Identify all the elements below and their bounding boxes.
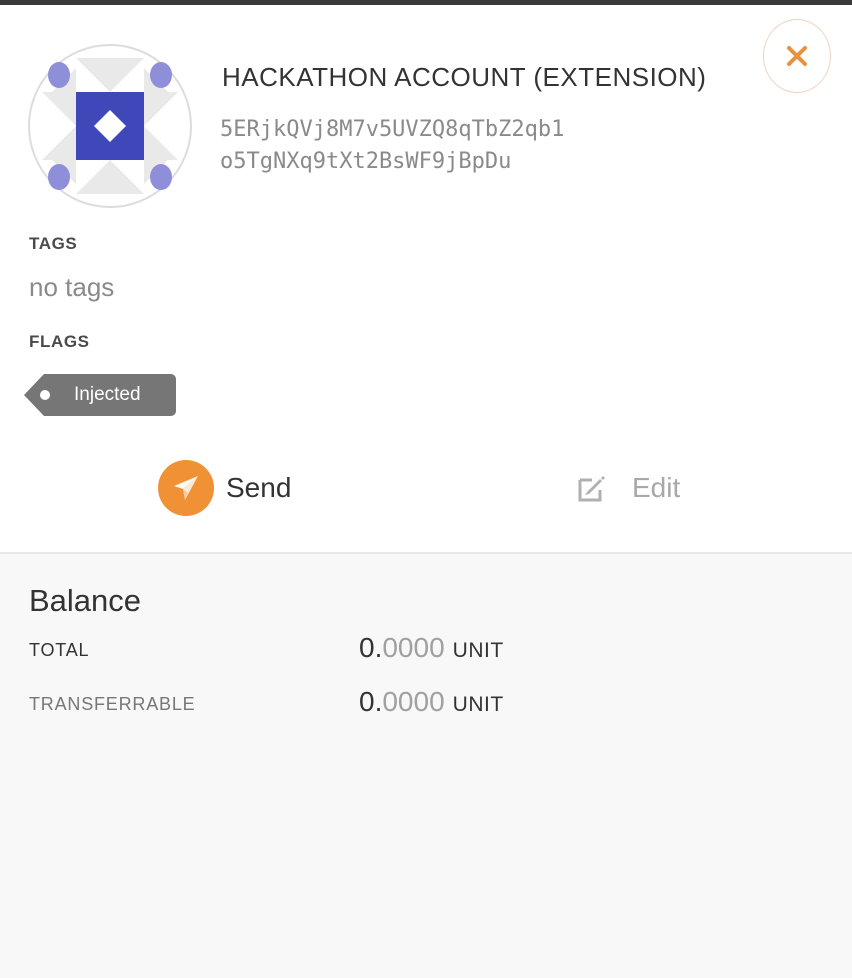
account-identicon[interactable] — [28, 44, 192, 208]
balance-row-total: TOTAL 0.0000 UNIT — [0, 632, 852, 666]
balance-total-decimals: 0000 — [382, 632, 445, 663]
address-line-1: 5ERjkQVj8M7v5UVZQ8qTbZ2qb1 — [220, 117, 565, 142]
tags-empty-text: no tags — [29, 272, 115, 302]
tag-hole-icon — [40, 390, 50, 400]
balance-total-value: 0.0000 UNIT — [359, 632, 504, 664]
send-label: Send — [226, 472, 292, 503]
flag-tag-label: Injected — [74, 384, 141, 405]
balance-total-integer: 0. — [359, 632, 383, 663]
balance-transferrable-value: 0.0000 UNIT — [359, 686, 504, 718]
balance-transferrable-integer: 0. — [359, 686, 383, 717]
close-button[interactable] — [763, 19, 831, 93]
balance-total-unit: UNIT — [452, 639, 504, 662]
edit-button[interactable]: Edit — [576, 460, 680, 516]
tags-label: TAGS — [29, 234, 78, 253]
account-name: HACKATHON ACCOUNT (EXTENSION) — [222, 62, 707, 92]
close-icon — [787, 46, 807, 66]
address-line-2: o5TgNXq9tXt2BsWF9jBpDu — [220, 149, 512, 174]
balance-title: Balance — [29, 583, 142, 618]
flags-label: FLAGS — [29, 332, 90, 351]
send-icon — [174, 476, 198, 500]
window-top-border — [0, 0, 852, 5]
send-icon-circle — [158, 460, 214, 516]
balance-panel: Balance TOTAL 0.0000 UNIT TRANSFERRABLE 0… — [0, 554, 852, 978]
send-button[interactable]: Send — [158, 460, 291, 516]
balance-transferrable-unit: UNIT — [452, 693, 504, 716]
balance-transferrable-label: TRANSFERRABLE — [29, 694, 196, 714]
edit-label: Edit — [632, 472, 681, 503]
balance-transferrable-decimals: 0000 — [382, 686, 445, 717]
balance-row-transferrable: TRANSFERRABLE 0.0000 UNIT — [0, 686, 852, 720]
balance-total-label: TOTAL — [29, 640, 90, 660]
account-address: 5ERjkQVj8M7v5UVZQ8qTbZ2qb1 o5TgNXq9tXt2B… — [220, 114, 564, 178]
flag-tag-body: Injected — [44, 374, 176, 416]
edit-icon — [578, 476, 605, 502]
